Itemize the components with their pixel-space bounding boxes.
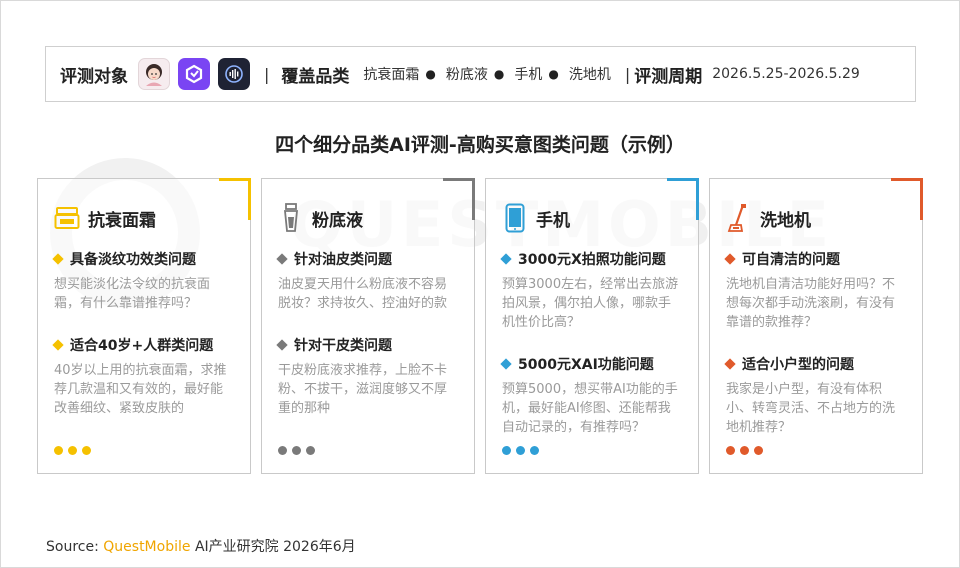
header-bar: 评测对象 | 覆盖品类 抗衰面霜 ● 粉底液 ● 手机 ● 洗地机 | 评测周期… (45, 46, 916, 102)
diamond-bullet-icon (276, 253, 288, 265)
card-title: 抗衰面霜 (88, 210, 156, 231)
card-corner-accent (219, 178, 251, 220)
source-note: Source: QuestMobile AI产业研究院 2026年6月 (46, 536, 356, 556)
question-title-text: 适合小户型的问题 (742, 357, 854, 373)
question-text: 预算3000左右，经常出去旅游拍风景，偶尔拍人像，哪款手机性价比高？ (502, 277, 679, 330)
question-text: 干皮粉底液求推荐，上脸不卡粉、不拔干，滋润度够又不厚重的那种 (278, 363, 448, 416)
target-logos (138, 58, 250, 90)
bullet-icon: ● (425, 67, 436, 81)
question-title: 针对油皮类问题 (276, 249, 456, 269)
more-dots-icon (502, 446, 539, 455)
card-header: 手机 (502, 201, 680, 235)
category-card-floor-washer: 洗地机 可自清洁的问题 洗地机自清洁功能好用吗？不想每次都手动洗滚刷，有没有靠谱… (709, 178, 923, 474)
source-suffix: AI产业研究院 2026年6月 (194, 539, 356, 555)
dark-app-icon (218, 58, 250, 90)
header-separator: | (264, 64, 270, 84)
category-card-phone: 手机 3000元X拍照功能问题 预算3000左右，经常出去旅游拍风景，偶尔拍人像… (485, 178, 699, 474)
category-card-foundation: 粉底液 针对油皮类问题 油皮夏天用什么粉底液不容易脱妆？求持妆久、控油好的款 针… (261, 178, 475, 474)
question-title-text: 具备淡纹功效类问题 (70, 252, 196, 268)
category-item: 粉底液 (445, 67, 488, 83)
category-item: 洗地机 (568, 67, 611, 83)
floor-washer-icon (726, 203, 752, 233)
category-item: 手机 (514, 67, 543, 83)
diamond-bullet-icon (724, 253, 736, 265)
source-prefix: Source: (46, 539, 104, 555)
question-title: 具备淡纹功效类问题 (52, 249, 232, 269)
question-text: 洗地机自清洁功能好用吗？不想每次都手动洗滚刷，有没有靠谱的款推荐？ (726, 277, 896, 330)
question-text: 想买能淡化法令纹的抗衰面霜，有什么靠谱推荐吗？ (54, 277, 211, 311)
foundation-bottle-icon (278, 203, 304, 233)
diamond-bullet-icon (276, 339, 288, 351)
card-header: 抗衰面霜 (54, 201, 232, 235)
more-dots-icon (54, 446, 91, 455)
target-label: 评测对象 (60, 66, 128, 87)
category-card-cream: 抗衰面霜 具备淡纹功效类问题 想买能淡化法令纹的抗衰面霜，有什么靠谱推荐吗？ 适… (37, 178, 251, 474)
question-title: 3000元X拍照功能问题 (500, 249, 680, 269)
header-separator: | (624, 64, 631, 84)
more-dots-icon (726, 446, 763, 455)
question-text: 40岁以上用的抗衰面霜，求推荐几款温和又有效的，最好能改善细纹、紧致皮肤的 (54, 363, 227, 416)
diamond-bullet-icon (52, 253, 64, 265)
question-title: 适合小户型的问题 (724, 354, 904, 374)
diamond-bullet-icon (500, 253, 512, 265)
diamond-bullet-icon (52, 339, 64, 351)
question-title-text: 针对油皮类问题 (294, 252, 392, 268)
question-title: 针对干皮类问题 (276, 335, 456, 355)
phone-icon (502, 203, 528, 233)
question-title-text: 针对干皮类问题 (294, 338, 392, 354)
card-header: 粉底液 (278, 201, 456, 235)
question-title: 5000元XAI功能问题 (500, 354, 680, 374)
coverage-label: 覆盖品类 (281, 66, 350, 87)
period-value: 2026.5.25-2026.5.29 (712, 66, 860, 82)
card-corner-accent (667, 178, 699, 220)
more-dots-icon (278, 446, 315, 455)
category-item: 抗衰面霜 (363, 67, 420, 83)
source-brand: QuestMobile (103, 539, 191, 555)
page-title: 四个细分品类AI评测-高购买意图类问题（示例） (275, 134, 685, 156)
category-list: 抗衰面霜 ● 粉底液 ● 手机 ● 洗地机 (363, 64, 610, 84)
question-text: 预算5000，想买带AI功能的手机，最好能AI修图、还能帮我自动记录的，有推荐吗… (502, 382, 678, 435)
card-corner-accent (891, 178, 923, 220)
question-text: 油皮夏天用什么粉底液不容易脱妆？求持妆久、控油好的款 (278, 277, 448, 311)
question-title-text: 可自清洁的问题 (742, 252, 840, 268)
question-title-text: 适合40岁+人群类问题 (70, 338, 214, 354)
cream-jar-icon (54, 203, 80, 233)
card-title: 洗地机 (760, 210, 811, 231)
question-title: 可自清洁的问题 (724, 249, 904, 269)
card-title: 手机 (536, 210, 570, 231)
avatar-girl-icon (138, 58, 170, 90)
card-corner-accent (443, 178, 475, 220)
question-title-text: 5000元XAI功能问题 (518, 357, 654, 373)
period-label: 评测周期 (634, 66, 703, 87)
bullet-icon: ● (548, 67, 559, 81)
card-title: 粉底液 (312, 210, 363, 231)
card-header: 洗地机 (726, 201, 904, 235)
diamond-bullet-icon (500, 358, 512, 370)
question-title: 适合40岁+人群类问题 (52, 335, 232, 355)
question-title-text: 3000元X拍照功能问题 (518, 252, 666, 268)
bullet-icon: ● (493, 67, 505, 81)
purple-app-icon (178, 58, 210, 90)
diamond-bullet-icon (724, 358, 736, 370)
question-text: 我家是小户型，有没有体积小、转弯灵活、不占地方的洗地机推荐？ (726, 382, 896, 435)
